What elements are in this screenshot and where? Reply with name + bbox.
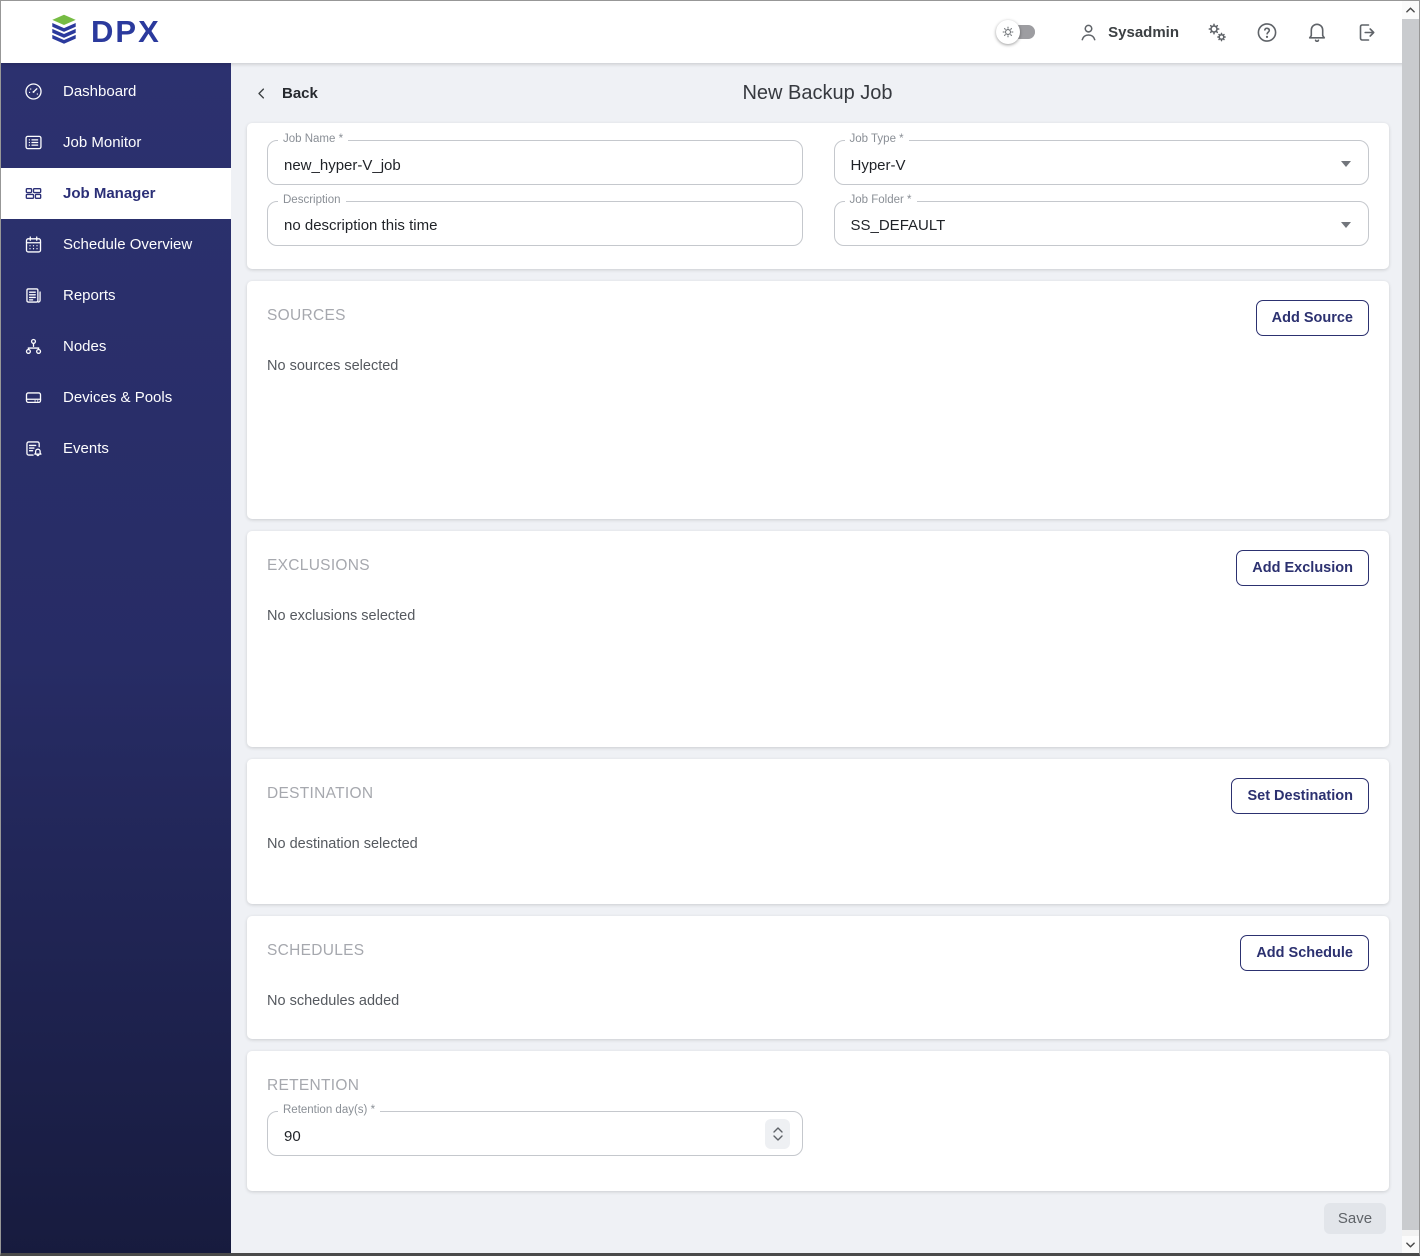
sidebar-item-label: Nodes <box>63 338 107 355</box>
top-bar: DPX Sysadmin <box>1 1 1419 63</box>
description-field[interactable]: Description <box>267 193 803 246</box>
exclusions-title: EXCLUSIONS <box>267 557 370 574</box>
notifications-bell-icon[interactable] <box>1305 20 1329 44</box>
sidebar-item-job-monitor[interactable]: Job Monitor <box>1 117 231 168</box>
dashboard-icon <box>25 83 42 100</box>
main-content: Back New Backup Job Job Name * Job Type … <box>231 63 1404 1253</box>
scroll-up-button[interactable] <box>1402 1 1419 19</box>
top-bar-actions: Sysadmin <box>996 1 1379 63</box>
chevron-left-icon <box>258 87 265 99</box>
retention-days-input[interactable] <box>284 1122 786 1145</box>
page-header: Back New Backup Job <box>231 63 1404 123</box>
sidebar-item-label: Job Monitor <box>63 134 142 151</box>
sidebar-item-label: Dashboard <box>63 83 137 100</box>
sidebar-item-label: Reports <box>63 287 116 304</box>
sources-empty-text: No sources selected <box>267 358 399 374</box>
sidebar-item-label: Schedule Overview <box>63 236 193 253</box>
sidebar-item-schedule-overview[interactable]: Schedule Overview <box>1 219 231 270</box>
schedules-card: SCHEDULES Add Schedule No schedules adde… <box>247 916 1389 1039</box>
save-button[interactable]: Save <box>1324 1203 1386 1234</box>
sidebar-item-label: Events <box>63 440 109 457</box>
retention-days-field[interactable]: Retention day(s) * <box>267 1104 803 1156</box>
sidebar-item-reports[interactable]: Reports <box>1 270 231 321</box>
footer-actions: Save <box>231 1203 1386 1234</box>
logout-icon[interactable] <box>1355 20 1379 44</box>
stepper-down-icon <box>772 1135 783 1141</box>
dropdown-caret-icon <box>1341 161 1351 167</box>
job-name-field[interactable]: Job Name * <box>267 133 803 185</box>
add-source-button[interactable]: Add Source <box>1255 300 1369 336</box>
job-folder-select[interactable]: Job Folder * <box>833 193 1369 246</box>
brand-name: DPX <box>91 14 161 49</box>
job-type-select[interactable]: Job Type * <box>833 133 1369 185</box>
app-window: DPX Sysadmin Dashboard Job Monitor Job M… <box>0 0 1420 1256</box>
job-details-card: Job Name * Job Type * Description Job Fo… <box>247 123 1389 269</box>
back-button[interactable]: Back <box>254 85 318 102</box>
events-icon <box>26 441 42 457</box>
destination-card: DESTINATION Set Destination No destinati… <box>247 759 1389 904</box>
settings-toggle[interactable] <box>996 20 1036 44</box>
job-type-label: Job Type * <box>844 133 909 145</box>
gear-toggle-thumb <box>996 20 1021 44</box>
sidebar-item-label: Devices & Pools <box>63 389 173 406</box>
back-label: Back <box>282 84 318 102</box>
schedules-empty-text: No schedules added <box>267 993 400 1009</box>
chevron-up-icon <box>1406 7 1415 13</box>
user-name: Sysadmin <box>1108 23 1179 41</box>
destination-empty-text: No destination selected <box>267 836 418 852</box>
sidebar-item-label: Job Manager <box>63 185 156 202</box>
scroll-down-button[interactable] <box>1402 1236 1419 1253</box>
job-folder-label: Job Folder * <box>844 193 917 206</box>
job-manager-icon <box>25 188 42 199</box>
sidebar-item-dashboard[interactable]: Dashboard <box>1 66 231 117</box>
job-folder-value[interactable] <box>850 212 1352 234</box>
sidebar-item-job-manager[interactable]: Job Manager <box>1 168 231 219</box>
job-monitor-icon <box>25 135 42 150</box>
dropdown-caret-icon <box>1341 221 1351 228</box>
chevron-down-icon <box>1406 1241 1415 1248</box>
reports-icon <box>26 288 41 303</box>
dpx-logo[interactable]: DPX <box>46 12 161 53</box>
job-name-input[interactable] <box>284 151 786 174</box>
manage-settings-icon[interactable] <box>1205 20 1229 44</box>
retention-card: RETENTION Retention day(s) * <box>247 1051 1389 1191</box>
add-schedule-button[interactable]: Add Schedule <box>1240 935 1369 971</box>
user-menu[interactable]: Sysadmin <box>1076 20 1179 44</box>
nodes-icon <box>25 338 42 354</box>
description-label: Description <box>278 193 346 206</box>
description-input[interactable] <box>284 212 786 234</box>
sources-card: SOURCES Add Source No sources selected <box>247 281 1389 519</box>
user-icon <box>1076 20 1100 44</box>
retention-title: RETENTION <box>267 1077 360 1094</box>
vertical-scrollbar[interactable] <box>1402 1 1419 1253</box>
exclusions-empty-text: No exclusions selected <box>267 608 416 624</box>
add-exclusion-button[interactable]: Add Exclusion <box>1236 550 1369 586</box>
exclusions-card: EXCLUSIONS Add Exclusion No exclusions s… <box>247 531 1389 747</box>
stepper-up-icon <box>772 1127 783 1133</box>
page-title: New Backup Job <box>742 81 893 104</box>
devices-pools-icon <box>25 392 42 404</box>
destination-title: DESTINATION <box>267 785 374 802</box>
number-stepper[interactable] <box>765 1119 790 1149</box>
scrollbar-thumb[interactable] <box>1402 19 1419 1230</box>
sidebar-item-events[interactable]: Events <box>1 423 231 474</box>
dpx-logo-icon <box>46 12 82 53</box>
sidebar: Dashboard Job Monitor Job Manager Schedu… <box>1 63 231 1253</box>
sidebar-item-devices-pools[interactable]: Devices & Pools <box>1 372 231 423</box>
sidebar-item-nodes[interactable]: Nodes <box>1 321 231 372</box>
sources-title: SOURCES <box>267 307 346 324</box>
schedules-title: SCHEDULES <box>267 942 365 959</box>
retention-days-label: Retention day(s) * <box>278 1104 381 1116</box>
job-name-label: Job Name * <box>278 133 349 145</box>
schedule-overview-icon <box>25 236 42 253</box>
help-icon[interactable] <box>1255 20 1279 44</box>
job-type-value[interactable] <box>850 151 1352 174</box>
set-destination-button[interactable]: Set Destination <box>1231 778 1369 814</box>
gear-icon <box>1002 26 1014 38</box>
